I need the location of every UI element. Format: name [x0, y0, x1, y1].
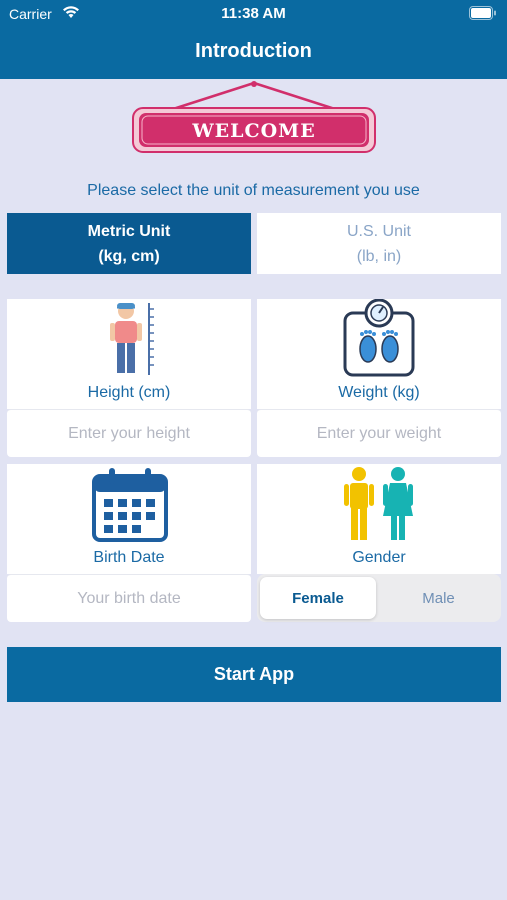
birth-date-card: Birth Date	[7, 464, 251, 574]
height-person-icon	[110, 303, 154, 375]
metric-unit-sub: (kg, cm)	[98, 247, 160, 265]
gender-female-option[interactable]: Female	[260, 577, 376, 619]
status-bar: Carrier 11:38 AM	[0, 0, 507, 28]
height-label: Height (cm)	[87, 384, 171, 401]
us-unit-button[interactable]: U.S. Unit (lb, in)	[257, 213, 501, 274]
navigation-header: Carrier 11:38 AM Introduction	[0, 0, 507, 79]
start-app-button[interactable]: Start App	[7, 647, 501, 702]
battery-icon	[469, 6, 496, 20]
metric-unit-button[interactable]: Metric Unit (kg, cm)	[7, 213, 251, 274]
unit-prompt: Please select the unit of measurement yo…	[87, 182, 420, 199]
birth-date-input[interactable]: Your birth date	[7, 574, 251, 622]
weight-card: Weight (kg)	[257, 299, 501, 409]
gender-icon	[344, 467, 413, 540]
us-unit-title: U.S. Unit	[346, 222, 411, 240]
weight-input[interactable]: Enter your weight	[257, 409, 501, 457]
birth-date-label: Birth Date	[93, 549, 165, 566]
scale-icon	[343, 299, 415, 377]
height-card: Height (cm)	[7, 299, 251, 409]
height-input[interactable]: Enter your height	[7, 409, 251, 457]
calendar-icon	[92, 468, 168, 542]
welcome-text: WELCOME	[191, 120, 315, 142]
gender-card: Gender	[257, 464, 501, 574]
gender-segmented-control: Female Male	[257, 574, 501, 622]
gender-label: Gender	[352, 549, 406, 566]
gender-male-option[interactable]: Male	[379, 577, 498, 619]
page-title: Introduction	[195, 40, 312, 62]
us-unit-sub: (lb, in)	[356, 247, 402, 265]
metric-unit-title: Metric Unit	[87, 222, 171, 240]
welcome-sign-icon: WELCOME	[132, 81, 376, 153]
status-time: 11:38 AM	[221, 5, 286, 22]
weight-label: Weight (kg)	[338, 384, 420, 401]
